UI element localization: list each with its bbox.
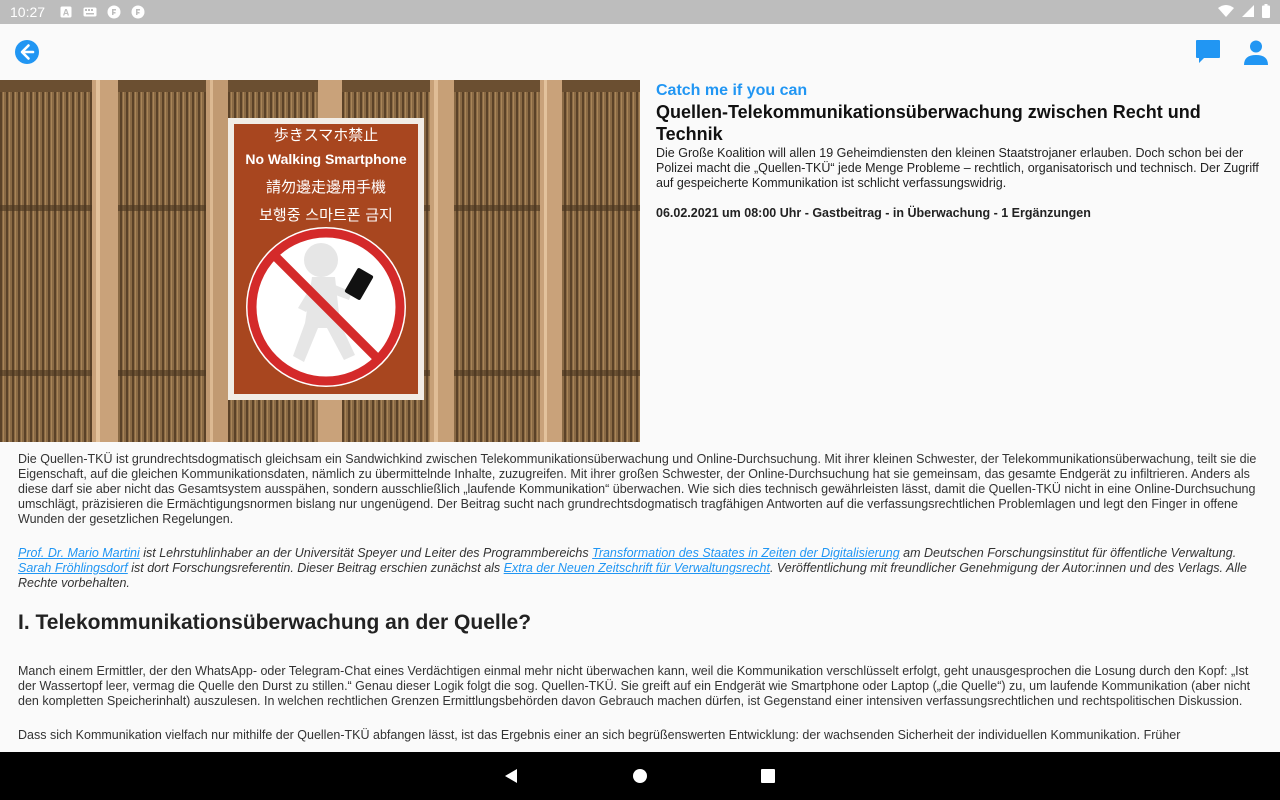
article-image: 歩きスマホ禁止 No Walking Smartphone 請勿邊走邊用手機 보… xyxy=(0,80,640,442)
app-bar xyxy=(0,24,1280,80)
author-note: Prof. Dr. Mario Martini ist Lehrstuhlinh… xyxy=(18,546,1262,591)
author-note-text-1: ist Lehrstuhlinhaber an der Universität … xyxy=(139,546,593,560)
arrow-left-circle-icon xyxy=(15,40,39,64)
keyboard-icon xyxy=(83,5,97,19)
font-notification-icon: A xyxy=(59,5,73,19)
article-title: Quellen-Telekommunikationsüberwachung zw… xyxy=(656,102,1201,144)
battery-icon xyxy=(1262,3,1270,21)
nav-home-button[interactable] xyxy=(633,769,647,783)
author-note-text-3: ist dort Forschungsreferentin. Dieser Be… xyxy=(127,561,504,575)
article-body: Die Quellen-TKÜ ist grundrechtsdogmatisc… xyxy=(18,452,1262,762)
app-notification-icon xyxy=(107,5,121,19)
app-notification-icon-2 xyxy=(131,5,145,19)
section-paragraph-2: Dass sich Kommunikation vielfach nur mit… xyxy=(18,728,1181,742)
article-intro: Die Quellen-TKÜ ist grundrechtsdogmatisc… xyxy=(18,452,1257,526)
status-bar: 10:27 A xyxy=(0,0,1280,24)
chat-bubble-icon xyxy=(1196,40,1220,63)
user-icon xyxy=(1244,40,1268,65)
sign-text-japanese: 歩きスマホ禁止 xyxy=(274,126,379,144)
sign-text-english: No Walking Smartphone xyxy=(245,151,406,167)
wifi-icon xyxy=(1218,4,1234,20)
program-link[interactable]: Transformation des Staates in Zeiten der… xyxy=(592,546,900,560)
section-heading: I. Telekommunikationsüberwachung an der … xyxy=(18,611,532,634)
account-button[interactable] xyxy=(1242,38,1270,66)
article-meta: 06.02.2021 um 08:00 Uhr - Gastbeitrag - … xyxy=(656,206,1091,220)
author-link-froehlingsdorf[interactable]: Sarah Fröhlingsdorf xyxy=(18,561,128,575)
triangle-back-icon xyxy=(505,769,517,783)
nav-back-button[interactable] xyxy=(503,768,519,784)
article-kicker: Catch me if you can xyxy=(656,82,808,99)
sign-text-korean: 보행중 스마트폰 금지 xyxy=(259,206,393,224)
back-button[interactable] xyxy=(14,39,40,65)
signal-icon xyxy=(1242,4,1254,20)
system-nav-bar xyxy=(0,752,1280,800)
article-header: Catch me if you can Quellen-Telekommunik… xyxy=(656,82,1268,221)
svg-text:A: A xyxy=(63,8,70,18)
nav-recents-button[interactable] xyxy=(761,769,775,783)
sign-text-chinese: 請勿邊走邊用手機 xyxy=(266,178,386,196)
section-paragraph-1: Manch einem Ermittler, der den WhatsApp-… xyxy=(18,664,1251,708)
author-link-martini[interactable]: Prof. Dr. Mario Martini xyxy=(18,546,140,560)
status-time: 10:27 xyxy=(10,4,46,20)
comments-button[interactable] xyxy=(1195,38,1221,66)
nvwz-extra-link[interactable]: Extra der Neuen Zeitschrift für Verwaltu… xyxy=(504,561,770,575)
author-note-text-2: am Deutschen Forschungsinstitut für öffe… xyxy=(899,546,1237,560)
article-lead: Die Große Koalition will allen 19 Geheim… xyxy=(656,146,1259,190)
